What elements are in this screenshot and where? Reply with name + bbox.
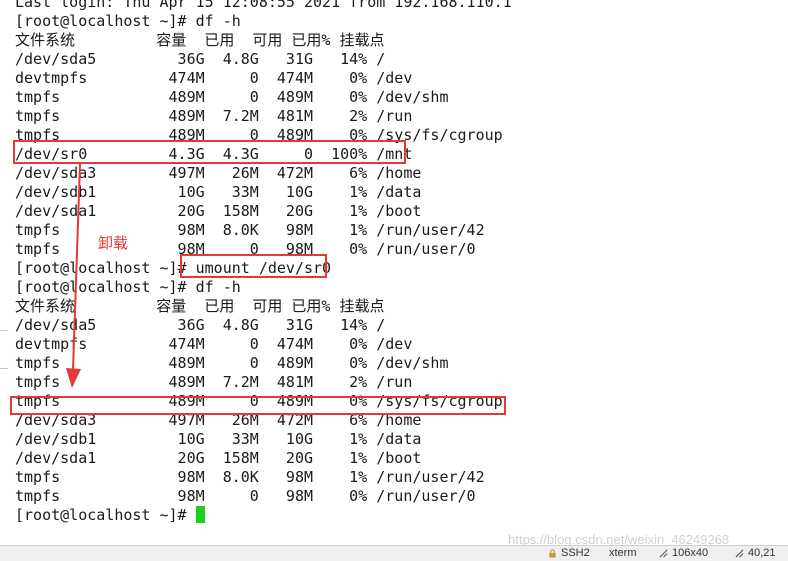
status-term: xterm — [609, 547, 637, 559]
cursor-position-icon — [735, 549, 744, 558]
status-bar: SSH2 xterm 106x40 40,21 — [0, 545, 788, 561]
terminal-window[interactable]: Last login: Thu Apr 15 12:08:55 2021 fro… — [0, 0, 788, 545]
status-size: 106x40 — [672, 547, 709, 559]
annotation-label: 卸载 — [98, 234, 129, 252]
watermark: https://blog.csdn.net/weixin_46249268 — [508, 532, 730, 545]
status-position: 40,21 — [748, 547, 776, 559]
down-arrow-icon — [66, 163, 81, 388]
resize-icon — [659, 549, 668, 558]
lock-icon — [549, 549, 556, 558]
status-ssh: SSH2 — [561, 547, 590, 559]
